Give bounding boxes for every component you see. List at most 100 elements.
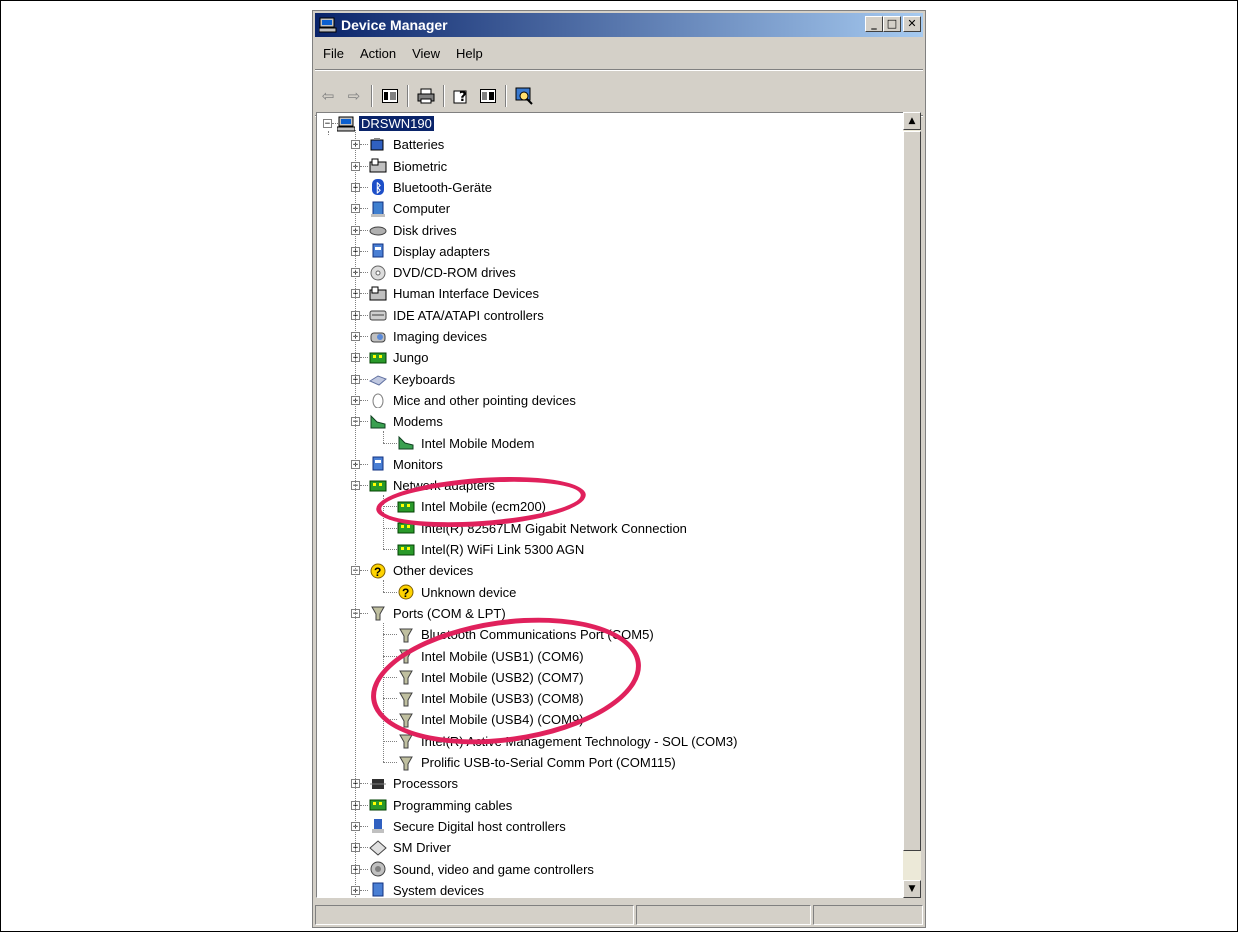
svg-text:?: ? (402, 586, 409, 600)
tree-item-label: Computer (393, 201, 451, 217)
maximize-button[interactable]: □ (883, 16, 901, 32)
tree-category[interactable]: Jungo (369, 347, 430, 368)
unknown-icon: ? (369, 563, 387, 579)
tree-category[interactable]: ? Other devices (369, 560, 475, 581)
tree-connector-line (360, 485, 368, 487)
title-bar[interactable]: Device Manager _ □ ✕ (315, 13, 923, 37)
device-manager-icon (318, 17, 337, 33)
camera-icon (369, 329, 387, 345)
cpu-icon (369, 776, 387, 792)
tree-item-label: Intel Mobile Modem (421, 435, 535, 451)
tree-root[interactable]: DRSWN190 (336, 113, 434, 134)
network-icon (369, 478, 387, 494)
tree-item-label: Other devices (393, 563, 474, 579)
tree-category[interactable]: IDE ATA/ATAPI controllers (369, 305, 546, 326)
forward-icon[interactable]: ⇨ (343, 85, 365, 107)
tree-item-label: System devices (393, 882, 485, 898)
tree-item-label: Display adapters (393, 243, 490, 259)
toolbar-separator (443, 85, 445, 107)
tree-category[interactable]: Mice and other pointing devices (369, 390, 578, 411)
tree-device[interactable]: ? Unknown device (397, 582, 518, 603)
menu-bar: File Action View Help (315, 41, 923, 65)
tree-item-label: Prolific USB-to-Serial Comm Port (COM115… (421, 755, 676, 770)
tree-connector-line (360, 783, 368, 785)
tree-item-label: Modems (393, 414, 443, 430)
tree-item-label: DRSWN190 (359, 116, 434, 131)
tree-connector-line (360, 421, 368, 423)
tree-connector-line (360, 208, 368, 210)
tree-item-label: IDE ATA/ATAPI controllers (393, 307, 544, 323)
tree-item-label: Intel(R) WiFi Link 5300 AGN (421, 542, 585, 557)
tree-device[interactable]: Intel(R) WiFi Link 5300 AGN (397, 539, 586, 560)
tree-category[interactable]: Modems (369, 411, 445, 432)
bluetooth-icon: ᛒ (369, 179, 387, 196)
tree-category[interactable]: Secure Digital host controllers (369, 816, 568, 837)
minimize-button[interactable]: _ (865, 16, 883, 32)
tree-category[interactable]: ᛒ Bluetooth-Geräte (369, 177, 494, 198)
view-icon[interactable] (477, 85, 499, 107)
tree-connector-line (383, 740, 397, 742)
menu-help[interactable]: Help (448, 46, 491, 61)
tree-category[interactable]: Biometric (369, 156, 449, 177)
tree-item-label: Batteries (393, 137, 445, 153)
tree-category[interactable]: Keyboards (368, 369, 457, 390)
tree-item-label: DVD/CD-ROM drives (393, 265, 516, 281)
vertical-scrollbar[interactable]: ▲ ▼ (903, 112, 921, 898)
tree-category[interactable]: System devices (369, 880, 486, 898)
back-icon[interactable]: ⇦ (317, 85, 339, 107)
tree-device[interactable]: Prolific USB-to-Serial Comm Port (COM115… (397, 752, 678, 773)
close-button[interactable]: ✕ (903, 16, 921, 32)
tree-connector-line (355, 130, 356, 897)
menu-file[interactable]: File (315, 46, 352, 61)
print-icon[interactable] (415, 85, 437, 107)
tree-device[interactable]: Intel Mobile Modem (397, 433, 536, 454)
tree-category[interactable]: Processors (369, 773, 460, 794)
tree-category[interactable]: Disk drives (369, 220, 459, 241)
tree-connector-line (360, 144, 368, 146)
tree-category[interactable]: Programming cables (369, 795, 514, 816)
tree-category[interactable]: Computer (369, 198, 452, 219)
help-icon[interactable]: ? (451, 85, 473, 107)
tree-connector-line (360, 250, 368, 252)
scan-icon[interactable] (513, 85, 535, 107)
port-icon (369, 605, 387, 621)
root-icon (336, 116, 356, 132)
toolbar: ⇦ ⇨ ? (315, 80, 923, 112)
tree-connector-line (383, 431, 384, 443)
tree-category[interactable]: Ports (COM & LPT) (369, 603, 508, 624)
diamond-icon (369, 840, 387, 856)
tree-category[interactable]: Display adapters (369, 241, 492, 262)
tree-category[interactable]: Batteries (369, 134, 446, 155)
mouse-icon (369, 392, 387, 409)
battery-icon (369, 137, 387, 153)
tree-item-label: Jungo (393, 350, 429, 366)
tree-category[interactable]: Human Interface Devices (369, 283, 541, 304)
tree-connector-line (360, 293, 368, 295)
status-bar (315, 905, 923, 925)
dvd-icon (369, 265, 387, 281)
tree-category[interactable]: Imaging devices (369, 326, 489, 347)
tree-category[interactable]: DVD/CD-ROM drives (369, 262, 518, 283)
keyboard-icon (368, 371, 387, 387)
disk-icon (369, 222, 387, 238)
tree-item-label: SM Driver (393, 840, 451, 856)
tree-item-label: Secure Digital host controllers (393, 818, 566, 834)
properties-icon[interactable] (379, 85, 401, 107)
tree-connector-line (360, 399, 368, 401)
tree-item-label: Programming cables (393, 797, 513, 813)
board-icon (369, 797, 387, 813)
collapse-toggle[interactable]: − (323, 119, 332, 129)
menu-action[interactable]: Action (352, 46, 404, 61)
scroll-thumb[interactable] (903, 131, 921, 851)
tree-category[interactable]: SM Driver (369, 837, 453, 858)
tree-item-label: Mice and other pointing devices (393, 392, 576, 408)
tree-category[interactable]: Sound, video and game controllers (369, 859, 596, 880)
scroll-up-button[interactable]: ▲ (903, 112, 921, 130)
window-title: Device Manager (341, 17, 448, 33)
tree-item-label: Keyboards (393, 371, 456, 387)
tree-connector-line (360, 825, 368, 827)
scroll-down-button[interactable]: ▼ (903, 880, 921, 898)
menu-view[interactable]: View (404, 46, 448, 61)
tree-category[interactable]: Monitors (369, 454, 445, 475)
tree-connector-line (360, 272, 368, 274)
